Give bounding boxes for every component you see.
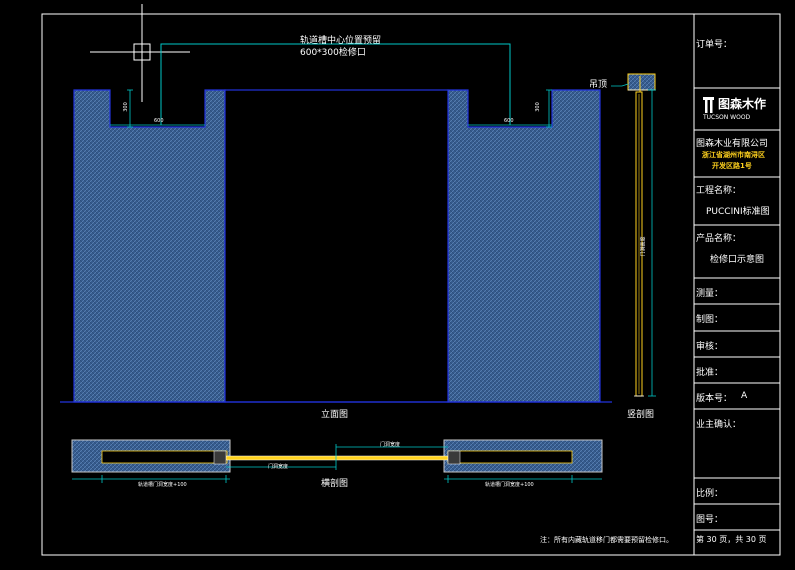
logo-mark-icon	[703, 97, 714, 113]
project-name-value: PUCCINI标准图	[706, 207, 770, 217]
product-name-label: 产品名称：	[696, 234, 742, 244]
cad-drawing-canvas	[41, 4, 781, 556]
company-address-line-2: 开发区路1号	[712, 162, 752, 170]
pocket-width-left: 轨道槽门洞宽度+100	[138, 482, 187, 488]
opening-height-right: 300	[534, 102, 541, 112]
door-height-label: 门洞高度	[640, 236, 647, 257]
horizontal-section-title: 横剖图	[321, 479, 349, 489]
survey-label: 测量：	[696, 289, 724, 299]
vertical-section-title: 竖剖图	[627, 410, 655, 420]
owner-confirm-label: 业主确认：	[696, 420, 742, 430]
scale-label: 比例：	[696, 489, 724, 499]
hanging-ceiling-label: 吊顶	[589, 80, 608, 90]
product-name-value: 检修口示意图	[710, 255, 765, 265]
page-info: 第 30 页，共 30 页	[696, 535, 767, 544]
left-wall-panel	[73, 89, 226, 403]
right-wall-panel	[447, 89, 601, 403]
version-label: 版本号：	[696, 394, 733, 404]
pocket-width-right: 轨道槽门洞宽度+100	[485, 482, 534, 488]
version-value: A	[741, 391, 748, 401]
drawing-note: 注：所有内藏轨道移门都需要预留检修口。	[540, 536, 673, 544]
door-width-label-top: 门洞宽度	[380, 442, 401, 448]
company-name: 图森木业有限公司	[696, 139, 769, 149]
opening-height-left: 300	[122, 102, 129, 112]
order-number-label: 订单号：	[696, 40, 733, 50]
logo-title: 图森木作	[718, 97, 767, 111]
elevation-view-title: 立面图	[321, 410, 349, 420]
opening-width-right: 600	[504, 118, 514, 124]
vertical-section-detail	[627, 73, 656, 397]
logo-subtitle: TUCSON WOOD	[703, 114, 751, 121]
drawing-by-label: 制图：	[696, 315, 724, 325]
approve-label: 批准：	[696, 368, 724, 378]
project-name-label: 工程名称：	[696, 186, 742, 196]
door-opening	[224, 89, 449, 403]
vertical-section-leader	[611, 83, 656, 397]
drawing-number-label: 图号：	[696, 515, 724, 525]
annotation-line-2: 600*300检修口	[300, 48, 366, 58]
door-width-label-bottom: 门洞宽度	[268, 464, 289, 470]
crosshair-cursor-icon	[90, 4, 190, 102]
opening-width-left: 600	[154, 118, 164, 124]
company-address-line-1: 浙江省湖州市南浔区	[702, 151, 765, 159]
horizontal-section-detail	[71, 439, 603, 473]
review-label: 审核：	[696, 342, 724, 352]
